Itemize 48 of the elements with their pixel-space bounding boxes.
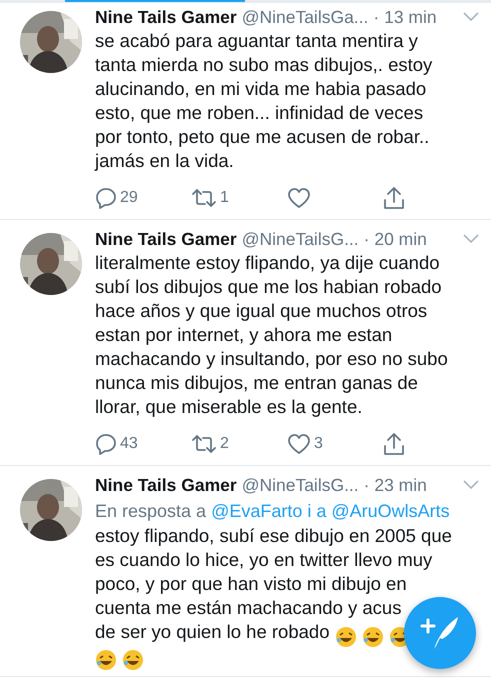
laughing-emoji-icon [95, 648, 117, 672]
laughing-emoji-icon [122, 648, 144, 672]
author-name[interactable]: Nine Tails Gamer [95, 6, 237, 28]
reply-count: 43 [120, 434, 138, 454]
tweet-text-line: se acabó para aguantar tanta mentira y [95, 30, 418, 51]
author-name[interactable]: Nine Tails Gamer [95, 474, 237, 496]
author-name[interactable]: Nine Tails Gamer [95, 228, 237, 250]
feather-plus-icon [420, 615, 460, 651]
retweet-count: 1 [220, 188, 229, 208]
tweet-time: · 13 min [373, 6, 437, 28]
tweet-text-line: estan por internet, y ahora me estan [95, 324, 392, 345]
tweet-text-line: jamás en la vida. [95, 150, 234, 171]
mention-link[interactable]: @EvaFarto i a @AruOwlsArts [211, 501, 450, 521]
reply-icon[interactable] [95, 433, 117, 455]
tweet-text-line: cuenta me están machacando y acus [95, 597, 402, 618]
tweet-text-line: nunca mis dibujos, me entran ganas de [95, 372, 418, 393]
like-count: 3 [314, 434, 323, 454]
laughing-emoji-icon [334, 624, 357, 648]
tweet-text-line: poco, y por que han visto mi dibujo en [95, 573, 407, 594]
retweet-count: 2 [220, 434, 229, 454]
reply-count: 29 [120, 188, 138, 208]
reply-icon[interactable] [95, 187, 117, 209]
tweet-text-line: esto, que me roben... infinidad de veces [95, 102, 424, 123]
tweet-text-line: estoy flipando, subí ese dibujo en 2005 que [95, 525, 452, 546]
heart-icon[interactable] [287, 433, 311, 455]
retweet-icon[interactable] [191, 434, 217, 454]
tweet-time: · 20 min [364, 228, 427, 250]
tweet-text-line: llorar, que miserable es la gente. [95, 396, 362, 417]
author-handle[interactable]: @NineTailsG... [242, 474, 359, 496]
tweet-text-line: tanta mierda no subo mas dibujos,. estoy [95, 54, 432, 75]
tweet-text-line: subí los dibujos que me los habian robado [95, 276, 442, 297]
author-handle[interactable]: @NineTailsG... [242, 228, 359, 250]
tweet-text-line: de ser yo quien lo he robado [95, 621, 330, 642]
tweet-time: · 23 min [364, 474, 427, 496]
tweet-text-line: alucinando, en mi vida me habia pasado [95, 78, 426, 99]
tweet-text-line: por tonto, peto que me acusen de robar.. [95, 126, 430, 147]
tweet-text-line: hace años y que igual que muchos otros [95, 300, 428, 321]
reply-label: En resposta a [95, 501, 208, 521]
tweet-text-line: literalmente estoy flipando, ya dije cuando [95, 252, 440, 273]
compose-button[interactable] [404, 597, 476, 669]
tweet-text-line: machacando y insultando, por eso no subo [95, 348, 448, 369]
retweet-icon[interactable] [191, 188, 217, 208]
author-handle[interactable]: @NineTailsGa... [242, 6, 368, 28]
heart-icon[interactable] [287, 187, 311, 209]
share-icon[interactable] [383, 186, 405, 210]
share-icon[interactable] [383, 432, 405, 456]
tweet-text-line: es cuando lo hice, yo en twitter llevo muy [95, 549, 432, 570]
laughing-emoji-icon [362, 624, 384, 648]
